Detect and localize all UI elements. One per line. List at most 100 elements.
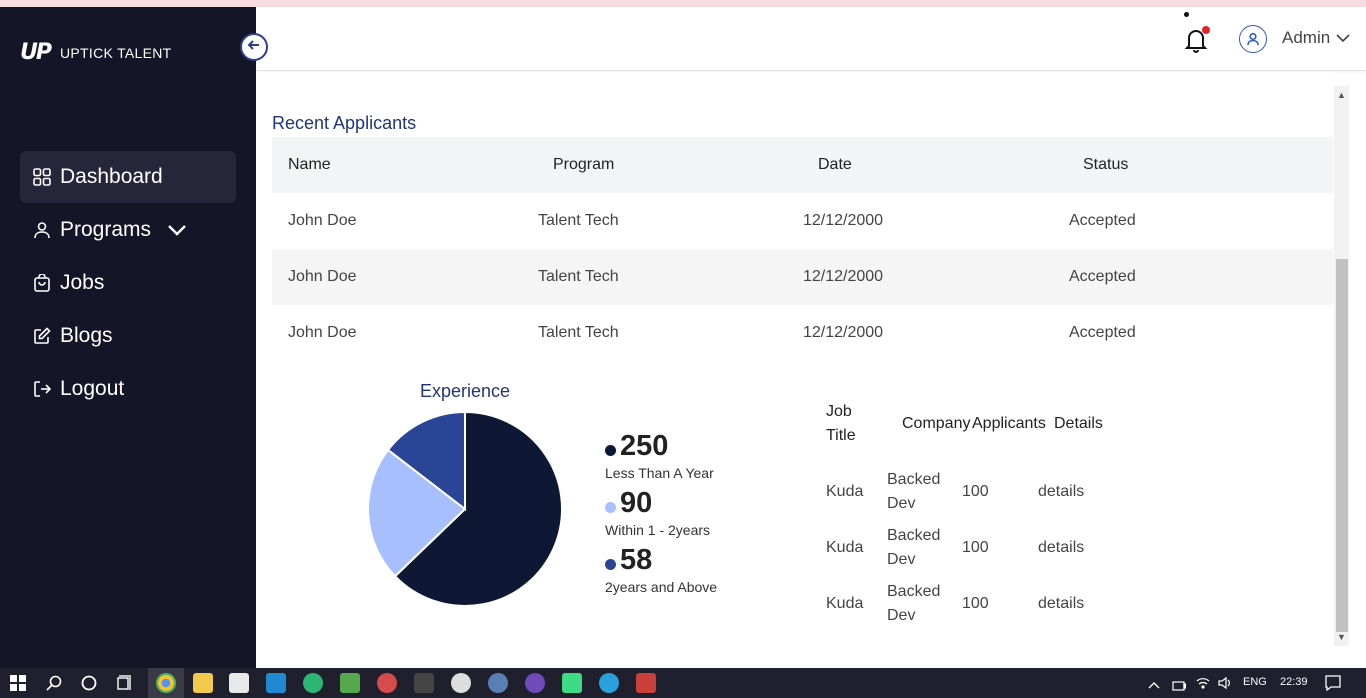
- clock[interactable]: 22:39: [1280, 676, 1308, 688]
- job-applicants: 100: [962, 539, 989, 556]
- job-title: Kuda: [826, 483, 864, 500]
- arrow-left-icon: [246, 37, 262, 58]
- grid-icon: [32, 167, 52, 187]
- experience-title: Experience: [420, 381, 511, 401]
- job-details-link[interactable]: details: [1038, 592, 1084, 616]
- task-view-icon[interactable]: [117, 675, 133, 696]
- sidebar-item-label: Programs: [60, 218, 152, 241]
- vscode-icon[interactable]: [266, 673, 286, 693]
- job-details-link[interactable]: details: [1038, 480, 1084, 504]
- top-bar: Admin: [256, 7, 1366, 71]
- recent-applicants-table: Name Program Date Status John Doe Talent…: [272, 137, 1333, 361]
- job-applicants: 100: [962, 483, 989, 500]
- table-header: Name Program Date Status: [272, 137, 1333, 193]
- table-row[interactable]: John Doe Talent Tech 12/12/2000 Accepted: [272, 305, 1333, 361]
- android-icon[interactable]: [562, 673, 582, 693]
- cortana-icon[interactable]: [81, 675, 97, 696]
- sidebar-item-blogs[interactable]: Blogs: [20, 310, 236, 362]
- app-icon[interactable]: [488, 673, 508, 693]
- table-row[interactable]: John Doe Talent Tech 12/12/2000 Accepted: [272, 193, 1333, 249]
- experience-pie-chart: [367, 410, 563, 607]
- windows-start-icon[interactable]: [10, 675, 26, 691]
- volume-icon[interactable]: [1218, 676, 1232, 695]
- sidebar-item-dashboard[interactable]: Dashboard: [20, 151, 236, 203]
- sidebar-item-label: Blogs: [60, 324, 113, 347]
- legend-item: 250 Less Than A Year: [605, 430, 805, 481]
- app-icon[interactable]: [377, 673, 397, 693]
- file-explorer-icon[interactable]: [193, 673, 213, 693]
- chevron-down-icon[interactable]: [167, 224, 187, 236]
- sidebar-item-label: Jobs: [60, 271, 105, 294]
- sidebar-item-programs[interactable]: Programs: [20, 204, 236, 256]
- user-menu[interactable]: Admin: [1282, 28, 1350, 48]
- recent-applicants-title: Recent Applicants: [272, 113, 417, 133]
- language-indicator[interactable]: ENG: [1243, 676, 1267, 688]
- avatar[interactable]: [1239, 25, 1267, 53]
- search-icon[interactable]: [46, 675, 62, 696]
- job-company: Backed Dev: [887, 527, 941, 568]
- table-row[interactable]: Kuda Backed Dev 100 details: [826, 524, 1146, 580]
- column-header: Company: [902, 415, 971, 432]
- user-icon: [32, 220, 52, 240]
- store-icon[interactable]: [229, 673, 249, 693]
- applicant-status: Accepted: [1069, 324, 1136, 341]
- legend-label: Within 1 - 2years: [605, 522, 711, 538]
- sidebar-item-logout[interactable]: Logout: [20, 363, 236, 415]
- legend-value: 250: [620, 430, 669, 462]
- table-row[interactable]: John Doe Talent Tech 12/12/2000 Accepted: [272, 249, 1333, 305]
- telegram-icon[interactable]: [599, 673, 619, 693]
- legend-value: 58: [620, 544, 653, 576]
- legend-label: 2years and Above: [605, 579, 718, 595]
- notifications-icon[interactable]: [1325, 675, 1341, 696]
- legend-value: 90: [620, 487, 653, 519]
- applicant-date: 12/12/2000: [803, 268, 884, 285]
- github-icon[interactable]: [525, 673, 545, 693]
- app-icon[interactable]: [340, 673, 360, 693]
- sidebar-item-label: Logout: [60, 377, 125, 400]
- logo-mark: UP: [20, 40, 52, 65]
- job-title: Kuda: [826, 595, 864, 612]
- scroll-up-icon[interactable]: ▲: [1337, 90, 1346, 100]
- applicant-date: 12/12/2000: [803, 212, 884, 229]
- bag-icon: [32, 273, 52, 293]
- edge-icon[interactable]: [303, 673, 323, 693]
- applicant-program: Talent Tech: [538, 268, 619, 285]
- sidebar-item-jobs[interactable]: Jobs: [20, 257, 236, 309]
- browser-top-strip: [0, 0, 1366, 7]
- table-row[interactable]: Kuda Backed Dev 100 details: [826, 580, 1146, 636]
- app-icon[interactable]: [636, 673, 656, 693]
- column-header: Name: [288, 156, 331, 173]
- applicant-program: Talent Tech: [538, 324, 619, 341]
- sidebar: UP UPTICK TALENT Dashboard Programs Jobs: [0, 7, 256, 668]
- legend-dot: [605, 445, 616, 456]
- column-header: Status: [1083, 156, 1129, 173]
- collapse-sidebar-button[interactable]: [240, 33, 268, 61]
- legend-item: 58 2years and Above: [605, 544, 805, 595]
- job-applicants: 100: [962, 595, 989, 612]
- applicant-name: John Doe: [288, 268, 357, 285]
- user-name: Admin: [1282, 28, 1331, 47]
- column-header: Program: [553, 156, 615, 173]
- legend-dot: [605, 559, 616, 570]
- legend-item: 90 Within 1 - 2years: [605, 487, 805, 538]
- chevron-up-icon[interactable]: [1148, 677, 1160, 695]
- battery-icon[interactable]: [1172, 678, 1187, 696]
- applicant-name: John Doe: [288, 212, 357, 229]
- applicant-program: Talent Tech: [538, 212, 619, 229]
- wifi-icon[interactable]: [1196, 676, 1210, 695]
- brand-logo[interactable]: UP UPTICK TALENT: [20, 40, 172, 65]
- job-company: Backed Dev: [887, 471, 941, 512]
- edit-icon: [32, 326, 52, 346]
- scrollbar-thumb[interactable]: [1336, 259, 1348, 632]
- legend-dot: [605, 502, 616, 513]
- column-header: Date: [818, 156, 852, 173]
- terminal-icon[interactable]: [414, 673, 434, 693]
- job-title: Kuda: [826, 539, 864, 556]
- sidebar-item-label: Dashboard: [60, 165, 163, 188]
- app-icon[interactable]: [451, 673, 471, 693]
- scroll-down-icon[interactable]: ▼: [1337, 632, 1346, 642]
- job-details-link[interactable]: details: [1038, 536, 1084, 560]
- job-company: Backed Dev: [887, 583, 941, 624]
- table-row[interactable]: Kuda Backed Dev 100 details: [826, 468, 1146, 524]
- logout-icon: [32, 379, 52, 399]
